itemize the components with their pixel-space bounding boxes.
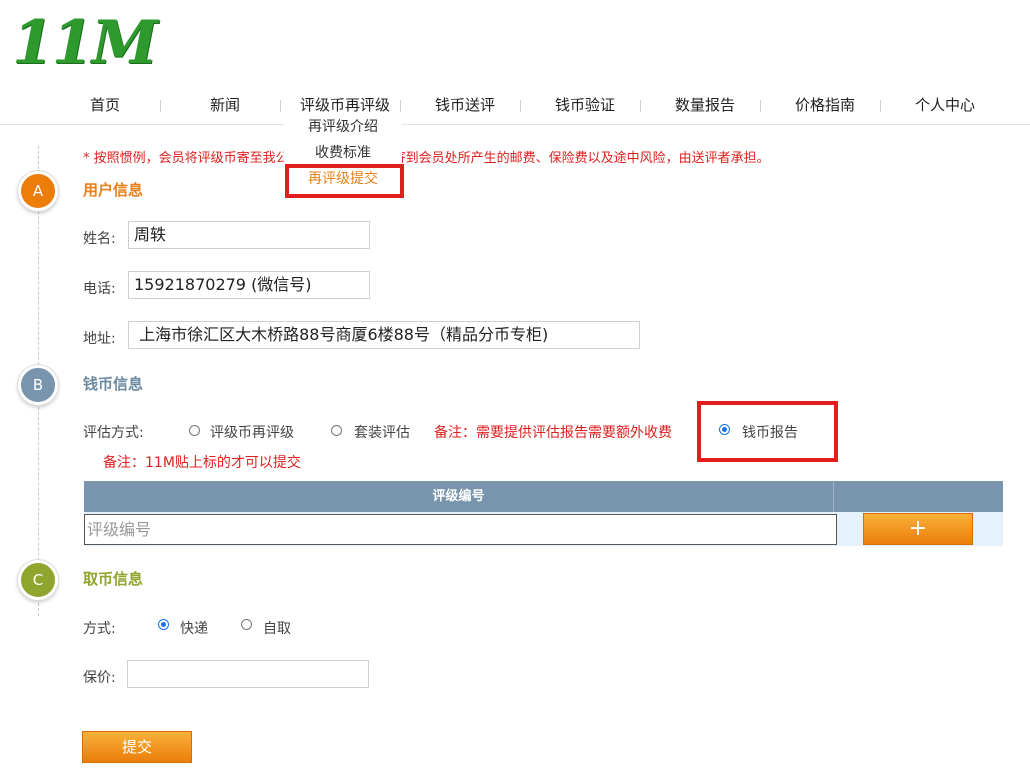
section-title-user-info: 用户信息 bbox=[83, 181, 144, 199]
radio-coin-report[interactable] bbox=[719, 424, 730, 435]
report-fee-note: 备注：需要提供评估报告需要额外收费 bbox=[434, 425, 672, 441]
step-badge-b: B bbox=[18, 365, 58, 405]
insurance-label: 保价: bbox=[83, 670, 116, 686]
address-field[interactable]: 上海市徐汇区大木桥路88号商厦6楼88号（精品分币专柜) bbox=[128, 321, 640, 349]
grade-number-header: 评级编号 bbox=[84, 481, 834, 512]
nav-divider bbox=[280, 100, 281, 112]
grade-number-input[interactable]: 评级编号 bbox=[84, 514, 837, 545]
radio-coin-report-label[interactable]: 钱币报告 bbox=[742, 422, 798, 442]
phone-field[interactable]: 15921870279 (微信号) bbox=[128, 271, 370, 299]
nav-divider bbox=[520, 100, 521, 112]
nav-coin-verify[interactable]: 钱币验证 bbox=[530, 90, 640, 120]
nav-divider bbox=[640, 100, 641, 112]
radio-express-label[interactable]: 快递 bbox=[180, 618, 208, 638]
radio-regrade[interactable] bbox=[189, 425, 200, 436]
nav-divider bbox=[760, 100, 761, 112]
site-logo[interactable]: 11M bbox=[12, 10, 158, 76]
name-label: 姓名: bbox=[83, 231, 116, 247]
grade-table-header: 评级编号 bbox=[84, 481, 1003, 512]
nav-divider bbox=[880, 100, 881, 112]
dropdown-item-intro[interactable]: 再评级介绍 bbox=[284, 116, 402, 142]
section-title-pickup-info: 取币信息 bbox=[83, 570, 144, 588]
step-badge-a: A bbox=[18, 171, 58, 211]
nav-news[interactable]: 新闻 bbox=[170, 90, 280, 120]
radio-self-pickup[interactable] bbox=[241, 619, 252, 630]
nav-home[interactable]: 首页 bbox=[50, 90, 160, 120]
radio-set-eval-label[interactable]: 套装评估 bbox=[354, 422, 410, 442]
dropdown-item-fees[interactable]: 收费标准 bbox=[284, 142, 402, 168]
nav-user-center[interactable]: 个人中心 bbox=[890, 90, 1000, 120]
regrade-dropdown: 再评级介绍 收费标准 再评级提交 bbox=[284, 116, 402, 194]
method-label: 评估方式: bbox=[83, 425, 144, 441]
label-note: 备注：11M贴上标的才可以提交 bbox=[103, 455, 301, 471]
pickup-method-label: 方式: bbox=[83, 621, 116, 637]
nav-price-guide[interactable]: 价格指南 bbox=[770, 90, 880, 120]
grade-table-row: 评级编号 + bbox=[84, 512, 1003, 546]
shipping-notice: * 按照惯例，会员将评级币寄至我公司或我公司将钱币寄到会员处所产生的邮费、保险费… bbox=[83, 151, 770, 166]
section-title-coin-info: 钱币信息 bbox=[83, 375, 144, 393]
add-row-button[interactable]: + bbox=[863, 513, 973, 545]
radio-express[interactable] bbox=[158, 619, 169, 630]
submit-button[interactable]: 提交 bbox=[82, 731, 192, 763]
radio-regrade-label[interactable]: 评级币再评级 bbox=[210, 422, 294, 442]
nav-divider bbox=[400, 100, 401, 112]
address-label: 地址: bbox=[83, 331, 116, 347]
insurance-field[interactable] bbox=[127, 660, 369, 688]
radio-set-eval[interactable] bbox=[331, 425, 342, 436]
dropdown-item-submit[interactable]: 再评级提交 bbox=[284, 168, 402, 194]
step-badge-c: C bbox=[18, 560, 58, 600]
nav-population-report[interactable]: 数量报告 bbox=[650, 90, 760, 120]
radio-self-pickup-label[interactable]: 自取 bbox=[263, 618, 291, 638]
phone-label: 电话: bbox=[83, 281, 116, 297]
name-field[interactable]: 周轶 bbox=[128, 221, 370, 249]
main-nav: 首页 新闻 评级币再评级 钱币送评 钱币验证 数量报告 价格指南 个人中心 bbox=[0, 90, 1030, 125]
nav-divider bbox=[160, 100, 161, 112]
nav-coin-submit[interactable]: 钱币送评 bbox=[410, 90, 520, 120]
